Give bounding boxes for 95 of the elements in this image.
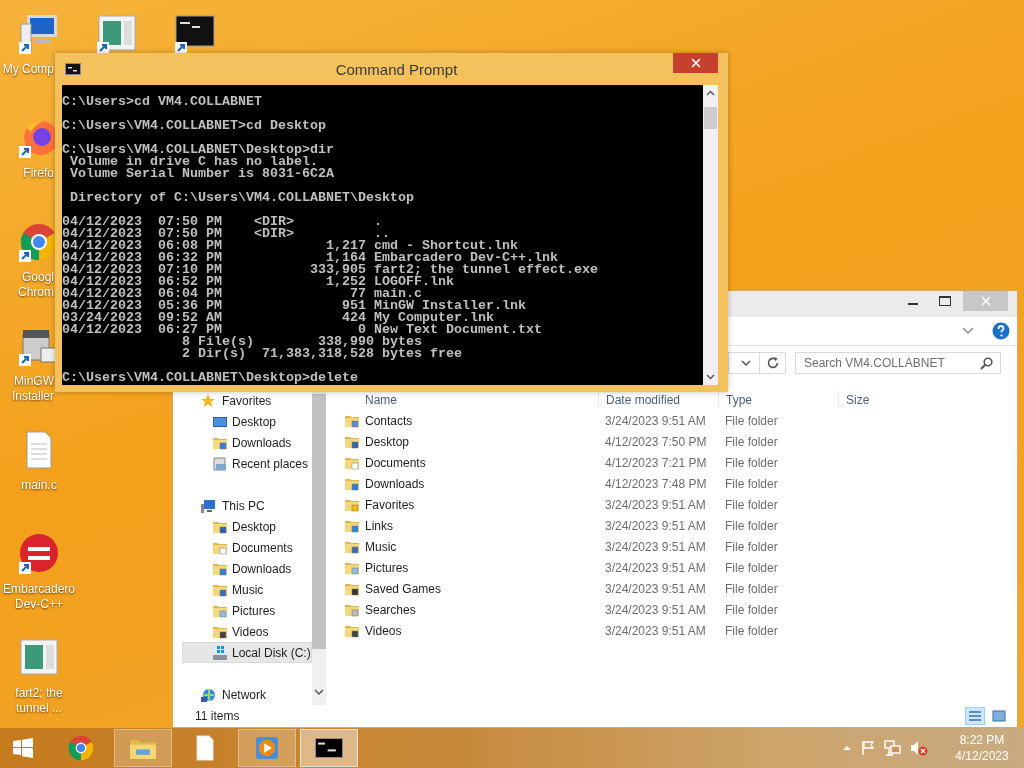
close-icon xyxy=(690,58,701,68)
file-row[interactable]: Videos 3/24/2023 9:51 AM File folder xyxy=(326,620,1017,641)
console-line: 8 File(s) 338,990 bytes xyxy=(180,336,423,348)
console-line: Directory of C:\Users\VM4.COLLABNET\Desktop xyxy=(69,192,415,204)
file-row[interactable]: Pictures 3/24/2023 9:51 AM File folder xyxy=(326,557,1017,578)
scrollbar[interactable] xyxy=(312,390,326,705)
icon-label: MinGW Installer xyxy=(10,374,54,404)
chevron-down-icon[interactable] xyxy=(962,327,974,335)
nav-item[interactable]: Pictures xyxy=(173,600,312,621)
column-header[interactable]: Name xyxy=(326,393,598,407)
window-title: Command Prompt xyxy=(335,61,458,78)
console-icon xyxy=(65,63,81,75)
close-button[interactable] xyxy=(673,53,718,73)
console-line: 04/12/2023 07:50 PM <DIR> .. xyxy=(62,228,390,240)
chevron-up-icon xyxy=(706,90,715,96)
file-row[interactable]: Desktop 4/12/2023 7:50 PM File folder xyxy=(326,431,1017,452)
status-text: 11 items xyxy=(195,709,240,723)
nav-item[interactable]: This PC xyxy=(173,495,312,516)
flag-icon[interactable] xyxy=(860,740,876,756)
close-icon xyxy=(980,296,991,306)
icon-label: My Comp xyxy=(1,62,54,77)
chevron-down-icon xyxy=(706,374,715,380)
nav-item[interactable]: Desktop xyxy=(173,516,312,537)
refresh-icon xyxy=(765,356,780,370)
console-line: C:\Users>cd VM4.COLLABNET xyxy=(62,96,263,108)
file-row[interactable]: Saved Games 3/24/2023 9:51 AM File folder xyxy=(326,578,1017,599)
computer-icon xyxy=(200,497,216,514)
search-icon[interactable] xyxy=(980,357,993,370)
console-line: 04/12/2023 07:10 PM 333,905 fart2; the tunnel effect.exe xyxy=(62,264,599,276)
file-row[interactable]: Music 3/24/2023 9:51 AM File folder xyxy=(326,536,1017,557)
minimize-icon xyxy=(908,303,918,305)
details-view-button[interactable] xyxy=(965,707,985,725)
app-icon[interactable] xyxy=(17,532,61,576)
nav-item[interactable]: Desktop xyxy=(173,411,312,432)
console-line: 04/12/2023 06:52 PM 1,252 LOGOFF.lnk xyxy=(62,276,455,288)
console-line: 04/12/2023 06:04 PM 77 main.c xyxy=(62,288,423,300)
chevron-down-icon xyxy=(741,359,751,367)
console-line: 04/12/2023 07:50 PM <DIR> . xyxy=(62,216,383,228)
nav-item[interactable]: Favorites xyxy=(173,390,312,411)
console-line: 04/12/2023 06:27 PM 0 New Text Document.txt xyxy=(62,324,543,336)
recent-icon xyxy=(212,455,228,472)
file-row[interactable]: Contacts 3/24/2023 9:51 AM File folder xyxy=(326,410,1017,431)
column-header[interactable]: Size xyxy=(838,393,1017,407)
nav-item[interactable]: Downloads xyxy=(173,432,312,453)
refresh-button[interactable] xyxy=(760,352,786,374)
file-row[interactable]: Downloads 4/12/2023 7:48 PM File folder xyxy=(326,473,1017,494)
file-row[interactable]: Searches 3/24/2023 9:51 AM File folder xyxy=(326,599,1017,620)
console-line: 04/12/2023 06:32 PM 1,164 Embarcadero Dev-C++.lnk xyxy=(62,252,558,264)
console-line: 03/24/2023 09:52 AM 424 My Computer.lnk xyxy=(62,312,494,324)
nav-item[interactable]: Local Disk (C:) xyxy=(182,642,312,663)
console-line: 04/12/2023 05:36 PM 951 MinGW Installer.lnk xyxy=(62,300,527,312)
icon-label: Googl Chrom xyxy=(17,270,54,300)
console-icon[interactable] xyxy=(173,12,217,56)
star-icon xyxy=(200,392,216,409)
nav-item[interactable]: Music xyxy=(173,579,312,600)
column-header[interactable]: Type xyxy=(718,393,838,407)
file-row[interactable]: Links 3/24/2023 9:51 AM File folder xyxy=(326,515,1017,536)
browser-icon xyxy=(66,734,96,762)
window-icon[interactable] xyxy=(95,12,139,56)
list-icon xyxy=(968,710,982,722)
console-line: C:\Users\VM4.COLLABNET\Desktop>delete xyxy=(62,372,359,384)
icon-label: Firefo xyxy=(22,166,54,181)
console-line: 04/12/2023 06:08 PM 1,217 cmd - Shortcut.lnk xyxy=(62,240,518,252)
scrollbar-thumb[interactable] xyxy=(312,394,326,649)
windows-logo-icon xyxy=(12,737,34,759)
nav-item[interactable]: Network xyxy=(173,684,312,705)
drive-icon xyxy=(212,644,228,661)
chevron-up-icon[interactable] xyxy=(842,744,852,752)
console-line: C:\Users\VM4.COLLABNET\Desktop>dir xyxy=(62,144,335,156)
network-icon xyxy=(200,686,216,703)
network-icon[interactable] xyxy=(884,740,902,756)
icon-label: Embarcadero Dev-C++ xyxy=(2,582,75,612)
nav-item[interactable]: Videos xyxy=(173,621,312,642)
icon-label: main.c xyxy=(21,478,57,493)
scrollbar-thumb[interactable] xyxy=(704,107,717,129)
maximize-icon xyxy=(939,296,951,306)
muted-speaker-icon[interactable] xyxy=(910,740,928,756)
chevron-down-icon xyxy=(314,689,324,697)
console-line: C:\Users\VM4.COLLABNET>cd Desktop xyxy=(62,120,327,132)
console-line: Volume in drive C has no label. xyxy=(70,156,318,168)
taskbar-button[interactable] xyxy=(300,729,358,767)
console-line: Volume Serial Number is 8031-6C2A xyxy=(69,168,335,180)
console-line: 2 Dir(s) 71,383,318,528 bytes free xyxy=(180,348,463,360)
nav-item[interactable]: Recent places xyxy=(173,453,312,474)
file-row[interactable]: Documents 4/12/2023 7:21 PM File folder xyxy=(326,452,1017,473)
icon-label: fart2; the tunnel ... xyxy=(15,686,63,716)
tiles-view-button[interactable] xyxy=(989,707,1009,725)
help-icon[interactable] xyxy=(992,322,1010,340)
tiles-icon xyxy=(992,710,1006,722)
column-header[interactable]: Date modified xyxy=(598,393,718,407)
scrollbar[interactable] xyxy=(703,85,718,385)
file-row[interactable]: Favorites 3/24/2023 9:51 AM File folder xyxy=(326,494,1017,515)
search-field[interactable]: Search VM4.COLLABNET xyxy=(795,352,1001,374)
nav-item[interactable]: Documents xyxy=(173,537,312,558)
nav-item[interactable]: Downloads xyxy=(173,558,312,579)
